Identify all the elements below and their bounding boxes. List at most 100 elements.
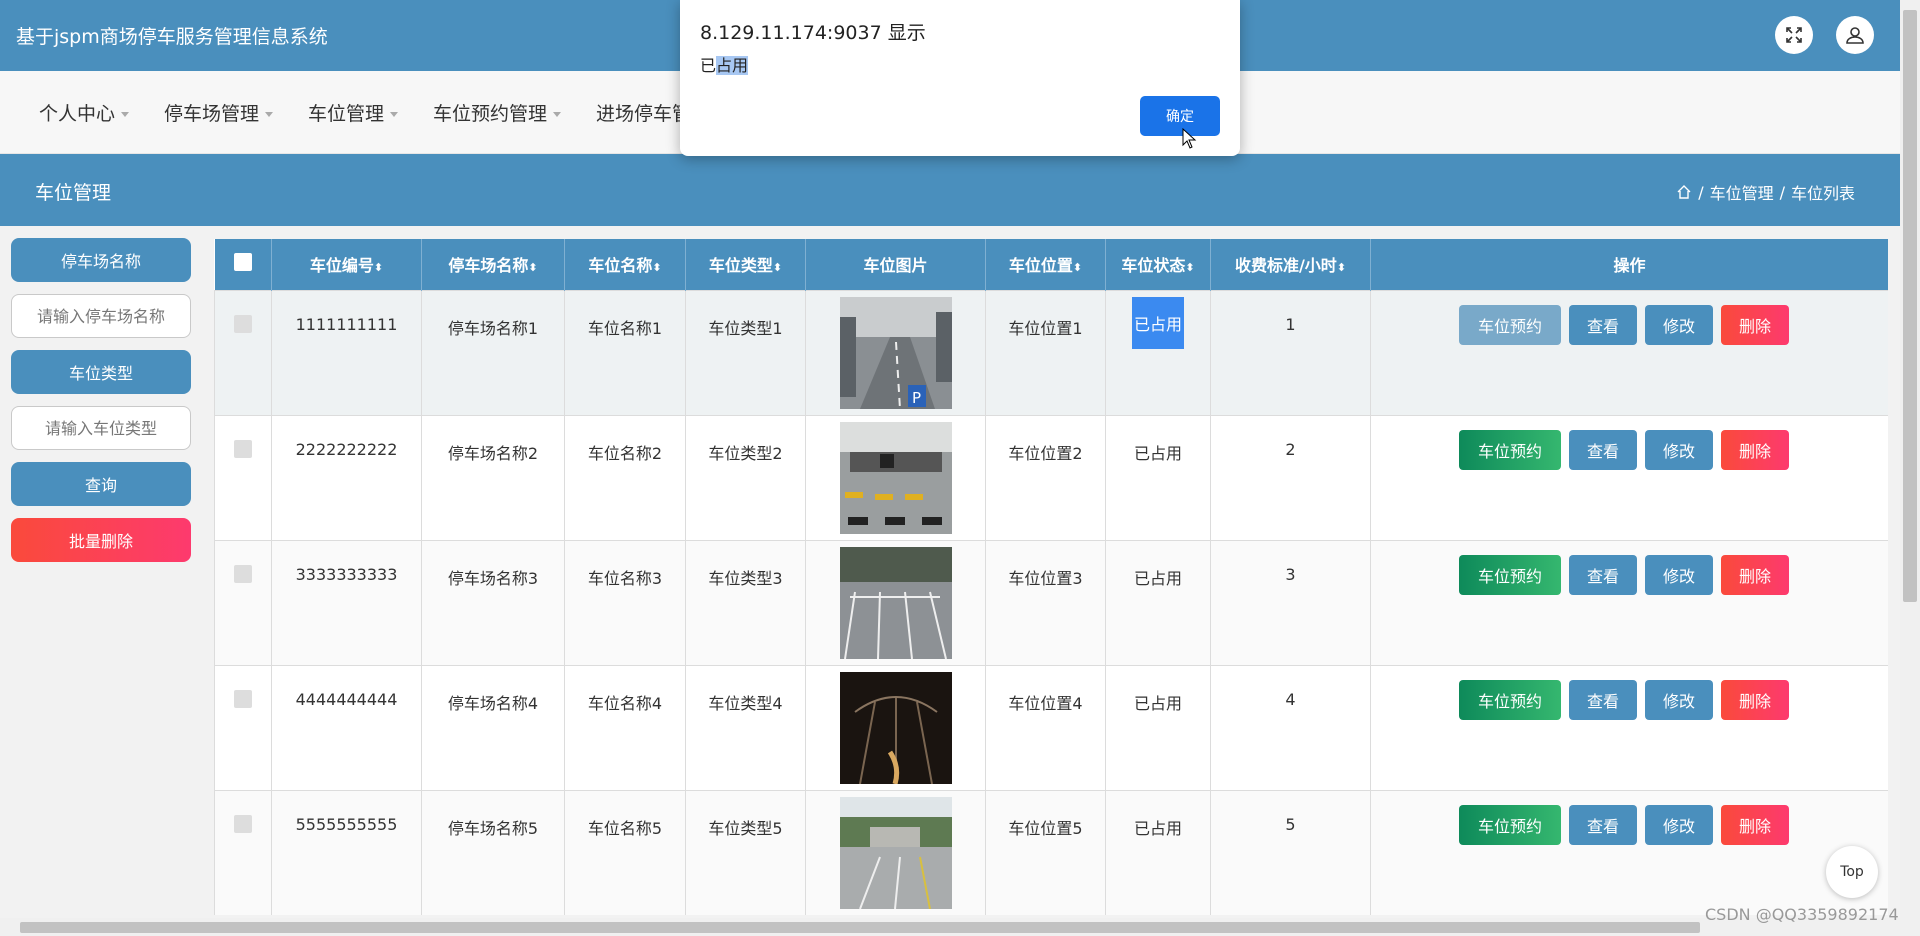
edit-button[interactable]: 修改 <box>1645 679 1713 720</box>
reserve-button[interactable]: 车位预约 <box>1459 804 1561 845</box>
table-row: 2222222222 停车场名称2 车位名称2 车位类型2 车位位置2 已占用 … <box>214 414 1888 541</box>
cell-actions: 车位预约 查看 修改 删除 <box>1370 414 1888 541</box>
cell-fee: 5 <box>1210 789 1371 915</box>
table-row: 3333333333 停车场名称3 车位名称3 车位类型3 车位位置3 已占用 … <box>214 539 1888 666</box>
sort-icon: ⬍ <box>652 261 662 275</box>
horizontal-scroll-thumb[interactable] <box>20 922 1700 933</box>
row-checkbox[interactable] <box>234 689 252 708</box>
cell-name: 车位名称2 <box>564 414 686 541</box>
parking-photo[interactable] <box>839 796 952 909</box>
back-to-top-button[interactable]: Top <box>1826 846 1878 898</box>
col-header[interactable]: 收费标准/小时⬍ <box>1210 239 1371 290</box>
delete-button[interactable]: 删除 <box>1721 804 1789 845</box>
cell-actions: 车位预约 查看 修改 删除 <box>1370 539 1888 666</box>
nav-item-entry[interactable]: 进场停车管 <box>596 99 691 126</box>
select-all-checkbox[interactable] <box>233 253 252 272</box>
cell-type: 车位类型2 <box>685 414 806 541</box>
cell-code: 4444444444 <box>271 664 422 791</box>
cell-name: 车位名称4 <box>564 664 686 791</box>
row-checkbox[interactable] <box>234 439 252 458</box>
batch-delete-button[interactable]: 批量删除 <box>11 518 191 562</box>
cell-type: 车位类型5 <box>685 789 806 915</box>
fullscreen-icon <box>1786 27 1802 43</box>
sort-icon: ⬍ <box>528 261 538 275</box>
cell-type: 车位类型3 <box>685 539 806 666</box>
cell-name: 车位名称1 <box>564 289 686 416</box>
cell-name: 车位名称5 <box>564 789 686 915</box>
caret-down-icon <box>121 112 130 117</box>
dialog-ok-button[interactable]: 确定 <box>1140 96 1220 136</box>
row-select-cell[interactable] <box>214 289 272 416</box>
view-button[interactable]: 查看 <box>1569 304 1637 345</box>
user-icon <box>1846 27 1864 44</box>
cell-image <box>805 664 986 791</box>
row-checkbox[interactable] <box>234 814 252 833</box>
edit-button[interactable]: 修改 <box>1645 804 1713 845</box>
parking-photo[interactable]: P <box>839 296 952 409</box>
parking-photo[interactable] <box>839 421 952 534</box>
lot-name-input[interactable] <box>11 294 191 338</box>
query-button[interactable]: 查询 <box>11 462 191 506</box>
breadcrumb-item: 车位列表 <box>1790 184 1855 203</box>
cell-name: 车位名称3 <box>564 539 686 666</box>
nav-item-reservation[interactable]: 车位预约管理 <box>433 99 562 126</box>
home-icon[interactable] <box>1676 184 1692 200</box>
fullscreen-button[interactable] <box>1775 16 1813 54</box>
page-title: 车位管理 <box>35 182 112 204</box>
horizontal-scrollbar[interactable] <box>0 918 1900 936</box>
space-type-input[interactable] <box>11 406 191 450</box>
cell-actions: 车位预约 查看 修改 删除 <box>1370 664 1888 791</box>
vertical-scroll-thumb[interactable] <box>1903 10 1917 602</box>
view-button[interactable]: 查看 <box>1569 554 1637 595</box>
dialog-message: 已占用 <box>700 52 749 76</box>
view-button[interactable]: 查看 <box>1569 804 1637 845</box>
delete-button[interactable]: 删除 <box>1721 304 1789 345</box>
reserve-button[interactable]: 车位预约 <box>1459 429 1561 470</box>
col-header[interactable]: 车位编号⬍ <box>271 239 422 290</box>
row-select-cell[interactable] <box>214 539 272 666</box>
edit-button[interactable]: 修改 <box>1645 429 1713 470</box>
edit-button[interactable]: 修改 <box>1645 554 1713 595</box>
nav-item-space[interactable]: 车位管理 <box>308 99 399 126</box>
parking-photo[interactable] <box>839 546 952 659</box>
cell-image <box>805 789 986 915</box>
col-header[interactable]: 车位类型⬍ <box>685 239 806 290</box>
vertical-scrollbar[interactable] <box>1900 0 1920 936</box>
col-header[interactable]: 车位名称⬍ <box>564 239 686 290</box>
col-header[interactable]: 车位位置⬍ <box>985 239 1106 290</box>
view-button[interactable]: 查看 <box>1569 429 1637 470</box>
reserve-button[interactable]: 车位预约 <box>1459 304 1561 345</box>
cell-lot: 停车场名称5 <box>421 789 565 915</box>
delete-button[interactable]: 删除 <box>1721 679 1789 720</box>
cell-fee: 2 <box>1210 414 1371 541</box>
table-row: 1111111111 停车场名称1 车位名称1 车位类型1 P 车位位置1 已占… <box>214 289 1888 416</box>
row-select-cell[interactable] <box>214 789 272 915</box>
nav-item-parking-lot[interactable]: 停车场管理 <box>164 99 274 126</box>
cell-lot: 停车场名称1 <box>421 289 565 416</box>
user-button[interactable] <box>1836 16 1874 54</box>
col-header[interactable]: 停车场名称⬍ <box>421 239 565 290</box>
row-checkbox[interactable] <box>234 564 252 583</box>
row-select-cell[interactable] <box>214 414 272 541</box>
col-header[interactable]: 车位状态⬍ <box>1105 239 1211 290</box>
table-header-row: 车位编号⬍ 停车场名称⬍ 车位名称⬍ 车位类型⬍ 车位图片 车位位置⬍ 车位状态… <box>214 239 1888 290</box>
parking-photo[interactable] <box>839 671 952 784</box>
cell-location: 车位位置5 <box>985 789 1106 915</box>
nav-item-personal[interactable]: 个人中心 <box>39 99 130 126</box>
reserve-button[interactable]: 车位预约 <box>1459 554 1561 595</box>
edit-button[interactable]: 修改 <box>1645 304 1713 345</box>
breadcrumb-item[interactable]: 车位管理 <box>1710 180 1774 204</box>
cell-type: 车位类型1 <box>685 289 806 416</box>
cell-location: 车位位置4 <box>985 664 1106 791</box>
nav-label: 车位预约管理 <box>433 103 548 125</box>
reserve-button[interactable]: 车位预约 <box>1459 679 1561 720</box>
delete-button[interactable]: 删除 <box>1721 554 1789 595</box>
cell-fee: 1 <box>1210 289 1371 416</box>
delete-button[interactable]: 删除 <box>1721 429 1789 470</box>
view-button[interactable]: 查看 <box>1569 679 1637 720</box>
app-title: 基于jspm商场停车服务管理信息系统 <box>16 26 328 48</box>
select-all-cell[interactable] <box>214 239 272 290</box>
cell-code: 3333333333 <box>271 539 422 666</box>
row-checkbox[interactable] <box>234 314 252 333</box>
row-select-cell[interactable] <box>214 664 272 791</box>
